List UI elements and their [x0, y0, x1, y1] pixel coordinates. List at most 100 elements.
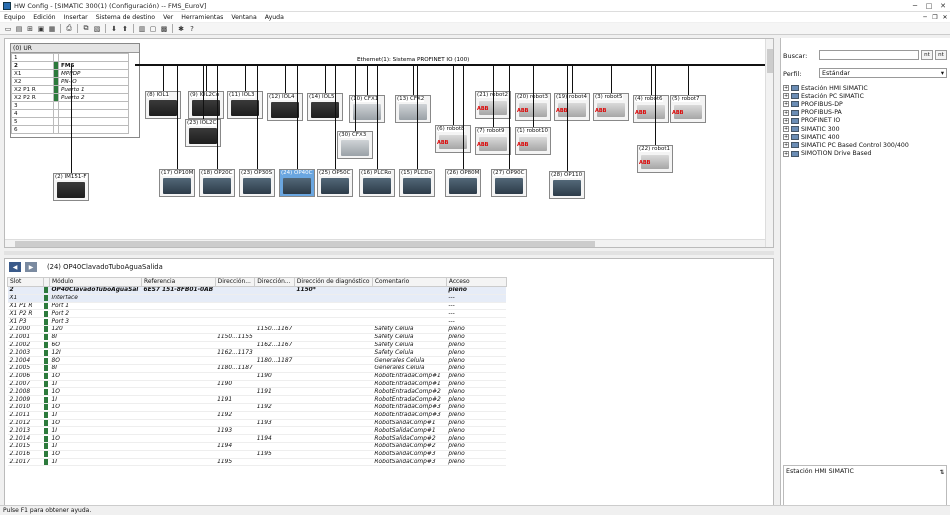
column-header[interactable]: Módulo [49, 277, 142, 287]
table-row[interactable]: 2.1002 6O 1162...1167 Safety Celula pleno [7, 341, 507, 350]
column-header[interactable]: Dirección... [214, 277, 256, 287]
menu-item-4[interactable]: Ver [159, 14, 177, 21]
expand-icon[interactable]: + [783, 109, 789, 116]
mdi-minimize-button[interactable]: ─ [920, 12, 930, 22]
info-toggle-icon[interactable]: ⇅ [936, 467, 948, 477]
table-row[interactable]: X1 P3 Port 3 --- [7, 317, 507, 326]
device-io-d5[interactable]: (14) IOL5 [307, 93, 343, 121]
device-robot-d17[interactable]: (7) robot9 ABB [475, 127, 511, 155]
grid-icon[interactable]: ▩ [159, 24, 169, 34]
table-row[interactable]: 2.1014 1O 1194 RobotSalidaComp#2 pleno [7, 434, 507, 443]
device-robot-d16[interactable]: (6) robot8 ABB [435, 125, 471, 153]
print-icon[interactable]: ⎙ [64, 24, 74, 34]
rack-slot-row[interactable]: 5 [11, 117, 129, 126]
rack-slot-row[interactable]: 2 FMS [11, 61, 129, 70]
table-row[interactable]: 2.1013 1I 1193 RobotSalidaComp#1 pleno [7, 426, 507, 436]
menu-item-1[interactable]: Edición [29, 14, 59, 21]
paste-icon[interactable]: ▧ [92, 24, 102, 34]
table-row[interactable]: 2.1008 1O 1191 RobotEntradaComp#2 pleno [7, 387, 507, 397]
device-io-d1[interactable]: (8) IOL1 [145, 91, 181, 119]
device-panel-d29[interactable]: (27) OP90C [491, 169, 527, 197]
column-header[interactable]: Comentario [371, 277, 447, 287]
menu-item-5[interactable]: Herramientas [177, 14, 227, 21]
search-next-button[interactable]: nt [921, 50, 933, 60]
mdi-restore-button[interactable]: ❐ [930, 12, 940, 22]
table-row[interactable]: X1 P2 R Port 2 --- [7, 309, 507, 319]
device-panel-d26[interactable]: (16) PLCRo [359, 169, 395, 197]
device-robot-d10[interactable]: (19) robot4 ABB [554, 93, 590, 121]
device-panel-d27[interactable]: (15) PLCDo [399, 169, 435, 197]
table-row[interactable]: 2.1003 12I 1162...1173 Safety Celula pleno [7, 348, 507, 358]
download-icon[interactable]: ⬇ [109, 24, 119, 34]
table-row[interactable]: 2.1006 1O 1190 RobotEntradaComp#1 pleno [7, 372, 507, 381]
device-robot-d12[interactable]: (4) robot6 ABB [633, 95, 669, 123]
table-row[interactable]: 2.1011 1I 1192 RobotEntradaComp#3 pleno [7, 411, 507, 420]
device-panel-d24[interactable]: (24) OP40C [279, 169, 315, 197]
menu-item-3[interactable]: Sistema de destino [92, 14, 159, 21]
help-icon[interactable]: ? [187, 24, 197, 34]
table-row[interactable]: 2.1017 1I 1195 RobotSalidaComp#3 pleno [7, 458, 507, 467]
table-row[interactable]: 2 OP40ClavadoTuboAguaSal 6ES7 151-8FB01-0A… [7, 286, 507, 295]
catalog-tree-item[interactable]: + Estación PC SIMATIC [783, 92, 948, 100]
station-canvas[interactable]: (0) UR 12 FMS X1 MPI/DP X2 PN-IO X2 P1 R Puerto… [4, 38, 774, 248]
search-prev-button[interactable]: nt [935, 50, 947, 60]
device-cpx-d15[interactable]: (30) CFX3 [337, 131, 373, 159]
device-io-d20[interactable]: (2) IM151-F [53, 173, 89, 201]
new-icon[interactable]: ▭ [3, 24, 13, 34]
expand-icon[interactable]: + [783, 134, 789, 141]
window-icon[interactable]: ▢ [148, 24, 158, 34]
upload-icon[interactable]: ⬆ [120, 24, 130, 34]
catalog-tree-item[interactable]: + PROFIBUS-DP [783, 100, 948, 108]
back-arrow-icon[interactable]: ◀ [9, 262, 21, 272]
rack-ur[interactable]: (0) UR 12 FMS X1 MPI/DP X2 PN-IO X2 P1 R Puerto… [10, 43, 140, 138]
rack-slot-row[interactable]: 3 [11, 101, 129, 110]
canvas-hscroll[interactable] [5, 239, 773, 247]
device-panel-d25[interactable]: (25) OP50C [317, 169, 353, 197]
expand-icon[interactable]: + [783, 150, 789, 157]
expand-icon[interactable]: + [783, 142, 789, 149]
column-header[interactable]: Referencia [141, 277, 216, 287]
rack-slot-row[interactable]: X2 PN-IO [11, 77, 129, 86]
column-header[interactable]: Slot [7, 277, 44, 287]
table-row[interactable]: 2.1009 1I 1191 RobotEntradaComp#2 pleno [7, 395, 507, 404]
forward-arrow-icon[interactable]: ▶ [25, 262, 37, 272]
search-input[interactable] [819, 50, 919, 60]
splitter[interactable] [4, 251, 774, 255]
network-icon[interactable]: ⊞ [25, 24, 35, 34]
catalog-tree-item[interactable]: + SIMATIC PC Based Control 300/400 [783, 141, 948, 149]
save-icon[interactable]: ▣ [36, 24, 46, 34]
table-row[interactable]: 2.1016 1O 1195 RobotSalidaComp#3 pleno [7, 450, 507, 459]
expand-icon[interactable]: + [783, 85, 789, 92]
rack-slot-row[interactable]: 1 [11, 53, 129, 62]
menu-item-0[interactable]: Equipo [0, 14, 29, 21]
menu-item-6[interactable]: Ventana [227, 14, 260, 21]
menu-item-7[interactable]: Ayuda [261, 14, 288, 21]
device-robot-d11[interactable]: (3) robot5 ABB [593, 93, 629, 121]
device-robot-d13[interactable]: (5) robot7 ABB [670, 95, 706, 123]
device-panel-d21[interactable]: (17) OP10M [159, 169, 195, 197]
minimize-button[interactable]: ─ [908, 0, 922, 11]
catalog-tree-item[interactable]: + SIMOTION Drive Based [783, 150, 948, 158]
expand-icon[interactable]: + [783, 101, 789, 108]
save-compile-icon[interactable]: ▦ [47, 24, 57, 34]
device-panel-d23[interactable]: (23) OP30S [239, 169, 275, 197]
catalog-tree-item[interactable]: + Estación HMI SIMATIC [783, 84, 948, 92]
device-panel-d22[interactable]: (18) OP20C [199, 169, 235, 197]
column-header[interactable]: Dirección... [254, 277, 295, 287]
column-header[interactable]: Dirección de diagnóstico [293, 277, 373, 287]
catalog-tree-item[interactable]: + PROFIBUS-PA [783, 109, 948, 117]
menu-item-2[interactable]: Insertar [60, 14, 92, 21]
table-row[interactable]: 2.1007 1I 1190 RobotEntradaComp#1 pleno [7, 380, 507, 389]
mdi-close-button[interactable]: ✕ [940, 12, 950, 22]
table-row[interactable]: 2.1012 1O 1193 RobotSalidaComp#1 pleno [7, 419, 507, 428]
device-panel-d30[interactable]: (28) OP110 [549, 171, 585, 199]
table-row[interactable]: X1 Interface --- [7, 294, 507, 303]
catalog-tree-item[interactable]: + PROFINET IO [783, 117, 948, 125]
rack-slot-row[interactable]: 4 [11, 109, 129, 118]
maximize-button[interactable]: □ [922, 0, 936, 11]
canvas-vscroll[interactable] [765, 39, 773, 247]
rack-slot-row[interactable]: X2 P1 R Puerto 1 [11, 85, 129, 94]
rack-slot-row[interactable]: X1 MPI/DP [11, 69, 129, 78]
catalog-tree-item[interactable]: + SIMATIC 400 [783, 133, 948, 141]
device-robot-d18[interactable]: (1) robot10 ABB [515, 127, 551, 155]
